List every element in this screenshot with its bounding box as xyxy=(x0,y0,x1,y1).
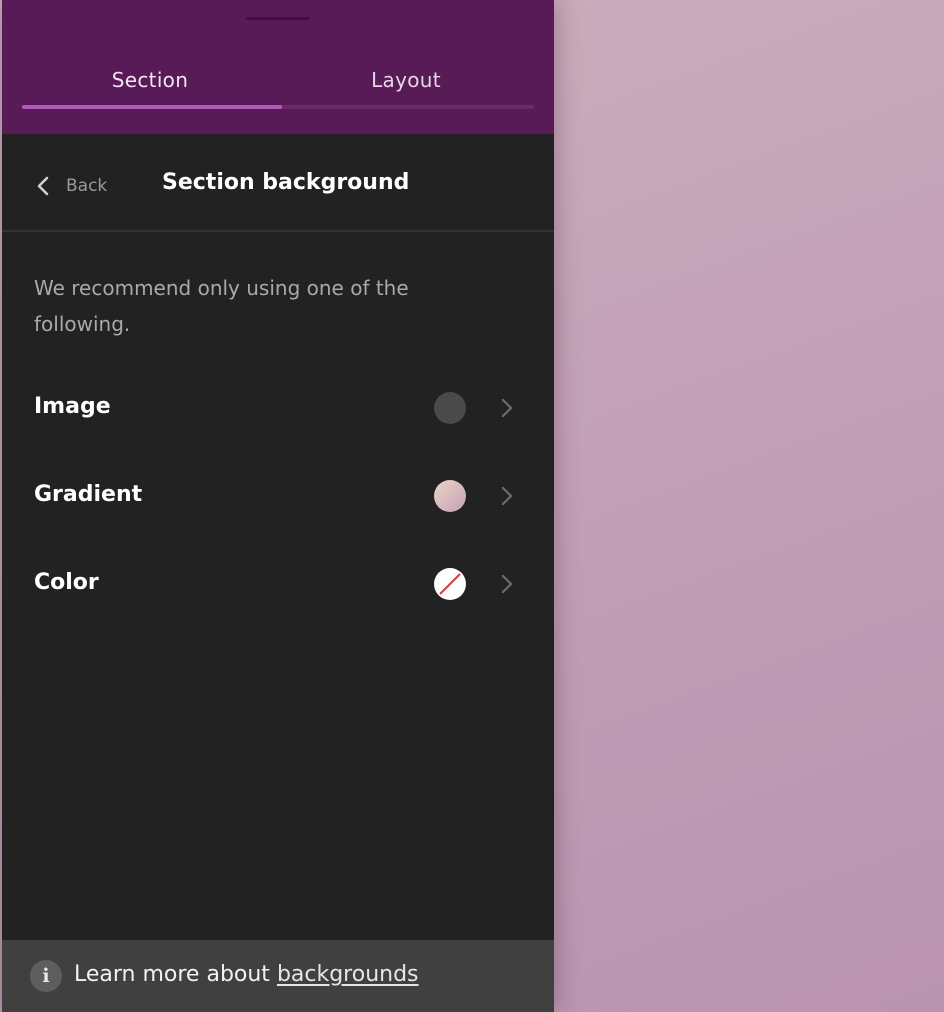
background-option-gradient[interactable]: Gradient xyxy=(34,466,522,526)
footer-text: Learn more about backgrounds xyxy=(74,962,419,987)
back-button[interactable]: Back xyxy=(32,168,107,204)
footer-label: Learn more about xyxy=(74,962,270,987)
info-icon: i xyxy=(30,960,62,992)
recommendation-text: We recommend only using one of the follo… xyxy=(34,276,409,336)
active-tab-indicator xyxy=(22,105,282,109)
tab-layout[interactable]: Layout xyxy=(278,50,534,110)
back-label: Back xyxy=(66,176,108,196)
help-footer: i Learn more about backgrounds xyxy=(2,940,554,1012)
option-label: Color xyxy=(34,570,99,595)
chevron-right-icon xyxy=(494,396,518,420)
page-title: Section background xyxy=(162,170,410,195)
option-label: Image xyxy=(34,394,111,419)
no-color-swatch-icon xyxy=(434,568,466,600)
subpanel-header: Back Section background xyxy=(2,134,554,232)
panel-header: Section Layout xyxy=(2,0,554,134)
panel-tabs: Section Layout xyxy=(22,50,534,110)
backgrounds-link[interactable]: backgrounds xyxy=(277,962,419,987)
gradient-swatch-icon xyxy=(434,480,466,512)
image-swatch-icon xyxy=(434,392,466,424)
background-option-color[interactable]: Color xyxy=(34,554,522,614)
chevron-left-icon xyxy=(32,174,56,198)
option-label: Gradient xyxy=(34,482,143,507)
section-settings-panel: Section Layout Back Section background W… xyxy=(2,0,554,1012)
drag-handle[interactable] xyxy=(246,17,310,20)
page-canvas[interactable] xyxy=(554,0,944,1012)
chevron-right-icon xyxy=(494,572,518,596)
background-option-image[interactable]: Image xyxy=(34,378,522,438)
tab-section[interactable]: Section xyxy=(22,50,278,110)
chevron-right-icon xyxy=(494,484,518,508)
